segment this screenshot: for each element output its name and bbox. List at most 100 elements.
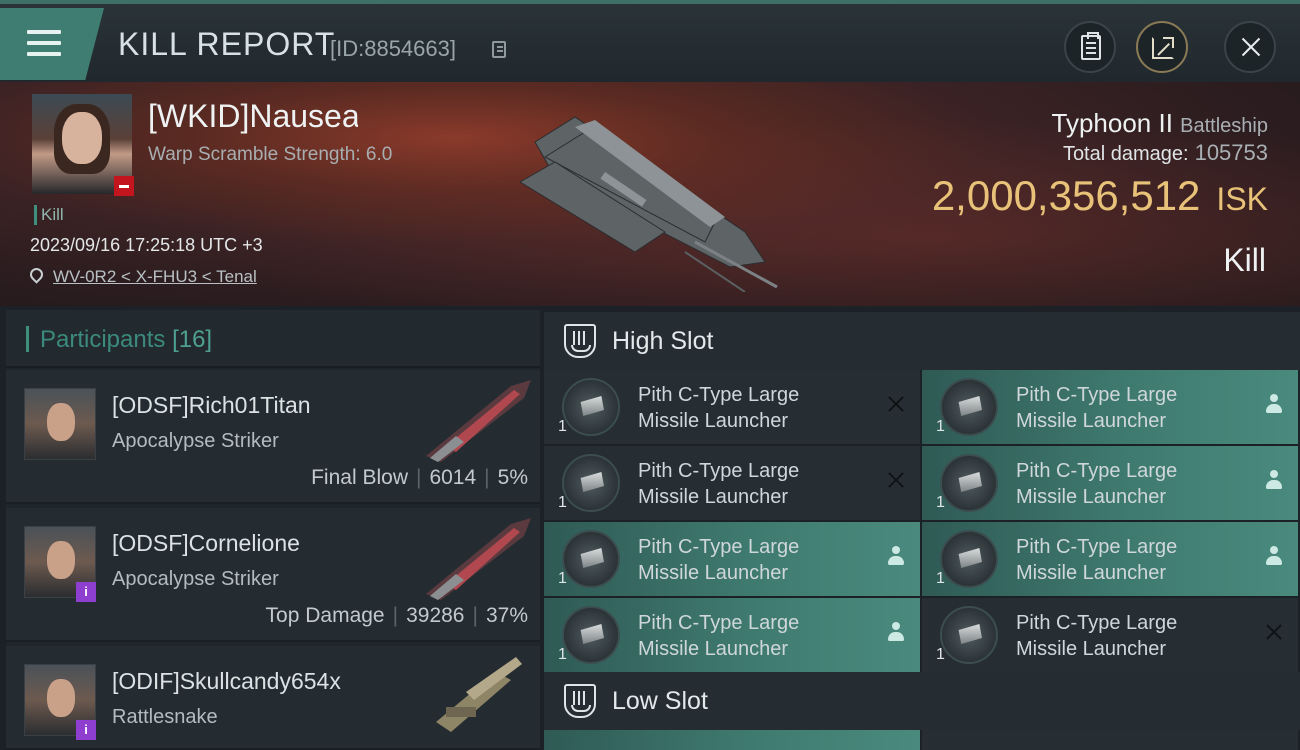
victim-ship-image[interactable] xyxy=(515,102,785,292)
missile-launcher-icon xyxy=(940,378,998,436)
module-quantity: 1 xyxy=(558,570,567,587)
participant-ship: Apocalypse Striker xyxy=(112,568,279,590)
participant-row[interactable]: [ODSF]Rich01Titan Apocalypse Striker Fin… xyxy=(6,370,540,504)
total-damage-value: 105753 xyxy=(1194,140,1268,165)
person-icon xyxy=(1266,470,1282,490)
participant-ship-image xyxy=(426,380,531,462)
isk-value: 2,000,356,512 ISK xyxy=(932,172,1268,220)
module-item[interactable]: 1 Pith C-Type Large Missile Launcher xyxy=(922,446,1298,520)
participant-name: [ODSF]Rich01Titan xyxy=(112,392,311,418)
participant-ship: Rattlesnake xyxy=(112,706,218,728)
info-icon[interactable]: i xyxy=(76,582,96,602)
missile-launcher-icon xyxy=(940,530,998,588)
low-slot-header: Low Slot xyxy=(544,672,1300,730)
destroyed-x-icon xyxy=(886,394,906,414)
module-name: Pith C-Type Large Missile Launcher xyxy=(638,460,800,508)
high-slot-header: High Slot xyxy=(544,312,1300,370)
module-item[interactable] xyxy=(922,730,1298,750)
kill-result: Kill xyxy=(1223,242,1266,278)
missile-launcher-icon xyxy=(940,606,998,664)
module-name: Pith C-Type Large Missile Launcher xyxy=(1016,384,1178,432)
menu-button[interactable] xyxy=(0,8,104,80)
share-button[interactable] xyxy=(1136,21,1188,73)
victim-banner: [WKID]Nausea Warp Scramble Strength: 6.0… xyxy=(0,82,1300,306)
module-item[interactable]: 1 Pith C-Type Large Missile Launcher xyxy=(544,446,920,520)
destroyed-x-icon xyxy=(1264,622,1284,642)
person-icon xyxy=(888,546,904,566)
missile-launcher-icon xyxy=(562,378,620,436)
module-quantity: 1 xyxy=(558,646,567,663)
missile-launcher-icon xyxy=(562,454,620,512)
module-name: Pith C-Type Large Missile Launcher xyxy=(1016,612,1178,660)
warp-scramble: Warp Scramble Strength: 6.0 xyxy=(148,144,393,165)
info-icon[interactable]: i xyxy=(76,720,96,740)
copy-icon[interactable] xyxy=(492,41,506,58)
participant-percent: 37% xyxy=(485,604,528,627)
module-item[interactable]: 1 Pith C-Type Large Missile Launcher xyxy=(922,522,1298,596)
participant-stats: Final Blow | 6014 | 5% xyxy=(311,466,528,489)
menu-icon xyxy=(27,30,61,63)
module-item[interactable]: 1 Pith C-Type Large Missile Launcher xyxy=(544,598,920,672)
participant-portrait[interactable] xyxy=(24,388,96,460)
kill-datetime: 2023/09/16 17:25:18 UTC +3 xyxy=(30,235,263,255)
corp-minus-badge xyxy=(114,176,134,196)
module-item[interactable]: 1 Pith C-Type Large Missile Launcher xyxy=(544,370,920,444)
participant-percent: 5% xyxy=(497,466,528,489)
module-name: Pith C-Type Large Missile Launcher xyxy=(1016,460,1178,508)
participant-row[interactable]: i [ODSF]Cornelione Apocalypse Striker To… xyxy=(6,508,540,642)
participant-damage: 39286 xyxy=(406,604,465,627)
missile-launcher-icon xyxy=(940,454,998,512)
participant-name: [ODSF]Cornelione xyxy=(112,530,300,556)
module-quantity: 1 xyxy=(936,494,945,511)
kill-tag: Kill xyxy=(34,205,64,225)
location-pin-icon xyxy=(27,265,46,284)
ship-class: Battleship xyxy=(1180,115,1268,137)
person-icon xyxy=(1266,546,1282,566)
total-damage-label: Total damage: xyxy=(1062,143,1189,165)
participant-row[interactable]: i [ODIF]Skullcandy654x Rattlesnake xyxy=(6,646,540,750)
module-quantity: 1 xyxy=(936,646,945,663)
module-quantity: 1 xyxy=(936,570,945,587)
person-icon xyxy=(888,622,904,642)
slot-shield-icon xyxy=(564,324,596,358)
module-item[interactable]: 1 Pith C-Type Large Missile Launcher xyxy=(922,598,1298,672)
module-item[interactable]: 1 Pith C-Type Large Missile Launcher xyxy=(922,370,1298,444)
isk-unit: ISK xyxy=(1216,181,1268,217)
slot-shield-icon xyxy=(564,684,596,718)
participant-role: Final Blow xyxy=(311,466,408,489)
module-item[interactable]: 1 Pith C-Type Large Missile Launcher xyxy=(544,522,920,596)
isk-amount: 2,000,356,512 xyxy=(931,172,1201,219)
close-button[interactable] xyxy=(1224,21,1276,73)
destroyed-x-icon xyxy=(886,470,906,490)
report-id: [ID:8854663] xyxy=(330,36,456,61)
location-link[interactable]: WV-0R2 < X-FHU3 < Tenal xyxy=(53,267,257,287)
module-item[interactable] xyxy=(544,730,920,750)
participant-name: [ODIF]Skullcandy654x xyxy=(112,668,341,694)
module-quantity: 1 xyxy=(558,418,567,435)
module-quantity: 1 xyxy=(936,418,945,435)
participant-ship: Apocalypse Striker xyxy=(112,430,279,452)
low-slot-label: Low Slot xyxy=(612,687,708,715)
victim-name[interactable]: [WKID]Nausea xyxy=(148,98,358,135)
clipboard-button[interactable] xyxy=(1064,21,1116,73)
module-name: Pith C-Type Large Missile Launcher xyxy=(638,536,800,584)
participants-count: [16] xyxy=(172,326,213,353)
ship-name: Typhoon II xyxy=(1051,108,1173,138)
missile-launcher-icon xyxy=(562,530,620,588)
top-bar: KILL REPORT [ID:8854663] xyxy=(0,0,1300,82)
participants-header: Participants [16] xyxy=(6,310,540,368)
missile-launcher-icon xyxy=(562,606,620,664)
participant-damage: 6014 xyxy=(429,466,477,489)
participants-panel[interactable]: Participants [16] [ODSF]Rich01Titan Apoc… xyxy=(6,310,540,750)
participant-ship-image xyxy=(436,657,522,732)
share-icon xyxy=(1152,37,1174,59)
page-title: KILL REPORT xyxy=(118,26,336,62)
participant-stats: Top Damage | 39286 | 37% xyxy=(265,604,528,627)
person-icon xyxy=(1266,394,1282,414)
victim-ship: Typhoon II Battleship xyxy=(1052,108,1269,139)
module-name: Pith C-Type Large Missile Launcher xyxy=(638,384,800,432)
module-quantity: 1 xyxy=(558,494,567,511)
total-damage: Total damage: 105753 xyxy=(1063,140,1268,166)
participants-label: Participants xyxy=(40,326,166,353)
participant-ship-image xyxy=(426,518,531,600)
